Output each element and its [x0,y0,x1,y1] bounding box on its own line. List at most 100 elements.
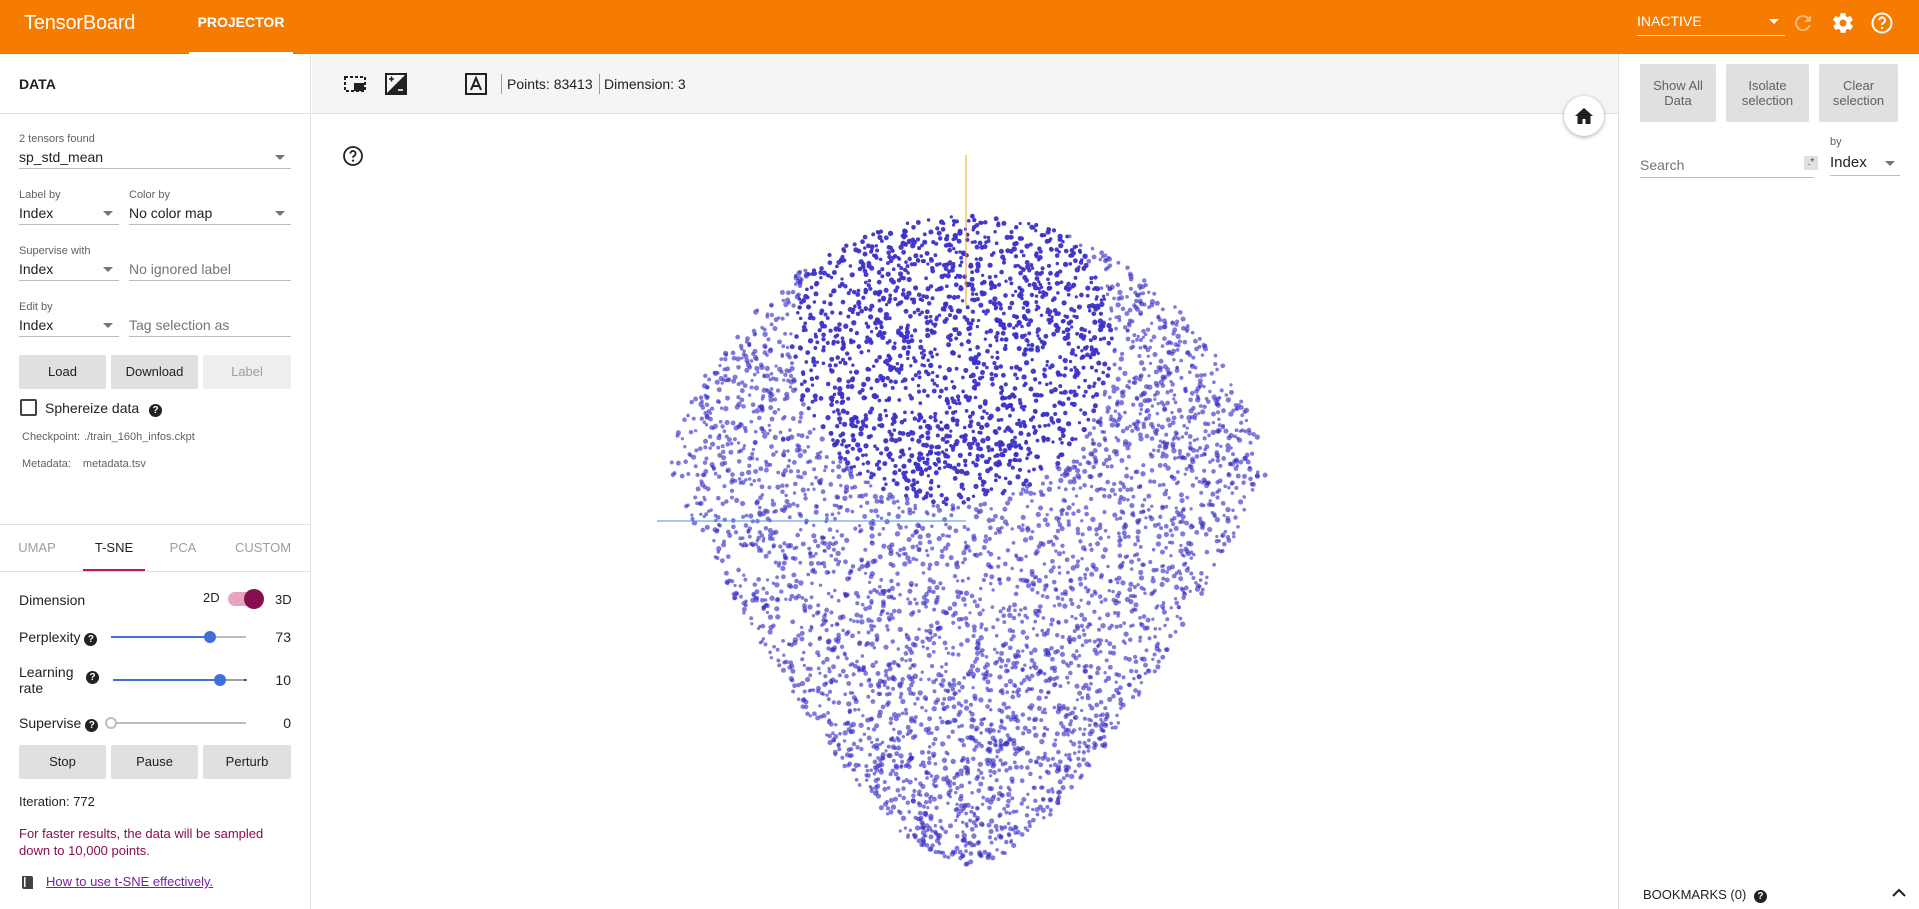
tab-umap[interactable]: UMAP [8,525,66,571]
brand-title[interactable]: TensorBoard [24,12,135,35]
question-icon[interactable]: ? [85,719,99,732]
tensor-select[interactable]: 2 tensors found sp_std_mean [19,133,291,169]
checkpoint-line: Checkpoint: ./train_160h_infos.ckpt [22,431,195,443]
refresh-icon[interactable] [1791,11,1815,35]
data-panel-header: DATA [0,54,311,114]
search-input[interactable]: Search [1640,154,1814,178]
regex-toggle[interactable]: .* [1804,156,1818,170]
chevron-down-icon [275,211,285,216]
chevron-down-icon [275,155,285,160]
sphereize-checkbox[interactable] [20,399,37,416]
search-by-select[interactable]: Index [1830,152,1900,176]
chevron-down-icon [103,211,113,216]
question-icon[interactable]: ? [149,404,163,417]
dark-theme-icon[interactable] [423,71,449,97]
question-icon[interactable]: ? [1753,890,1767,903]
sphereize-label: Sphereize data ? [45,400,163,417]
dimension-3d-label: 3D [275,592,292,607]
tensor-count-label: 2 tensors found [19,133,95,145]
learning-rate-label: Learning rate [19,664,74,696]
dimension-2d-label: 2D [203,590,220,605]
projection-tabs: UMAP T-SNE PCA CUSTOM [0,524,311,572]
clear-selection-button[interactable]: Clear selection [1819,64,1898,122]
tsne-help-link[interactable]: How to use t-SNE effectively. [46,874,213,889]
run-status-select[interactable]: INACTIVE [1637,10,1785,36]
learning-rate-value: 10 [275,672,291,688]
book-icon [22,876,33,889]
chevron-up-icon[interactable] [1892,888,1906,898]
sampling-note: For faster results, the data will be sam… [19,826,264,858]
dimension-toggle-thumb[interactable] [244,589,264,609]
bookmarks-header[interactable]: BOOKMARKS (0) ? [1643,887,1767,903]
perplexity-slider-fill [111,636,210,638]
tab-projector[interactable]: PROJECTOR [189,0,293,54]
scatter-plot-canvas[interactable] [312,115,1618,909]
edit-by-value[interactable]: Index [19,315,119,337]
iteration-count: Iteration: 772 [19,794,95,809]
learning-rate-slider-knob[interactable] [214,674,227,686]
pause-button[interactable]: Pause [111,745,198,779]
color-by-value[interactable]: No color map [129,203,291,225]
label-button[interactable]: Label [203,355,291,389]
stop-button[interactable]: Stop [19,745,106,779]
ignored-label-placeholder[interactable]: No ignored label [129,259,291,281]
run-status-value: INACTIVE [1637,13,1702,29]
inspector-panel: Show All Data Isolate selection Clear se… [1618,54,1919,909]
dimension-count: Dimension: 3 [604,76,686,92]
edit-by-select[interactable]: Edit by Index [19,301,119,337]
gear-icon[interactable] [1831,11,1855,35]
dimension-label: Dimension [19,592,86,608]
label-by-value[interactable]: Index [19,203,119,225]
supervise-with-label: Supervise with [19,245,91,257]
label-toggle-icon[interactable] [463,71,489,97]
data-panel: DATA 2 tensors found sp_std_mean Label b… [0,54,311,909]
night-mode-icon[interactable] [383,71,409,97]
reset-view-button[interactable] [1564,96,1604,136]
tag-selection-input[interactable]: Tag selection as [129,301,291,337]
color-by-select[interactable]: Color by No color map [129,189,291,225]
checkpoint-label: Checkpoint: [22,431,81,443]
metadata-value: metadata.tsv [82,458,146,470]
perplexity-label: Perplexity? [19,629,98,646]
isolate-selection-button[interactable]: Isolate selection [1726,64,1809,122]
show-all-data-button[interactable]: Show All Data [1640,64,1716,122]
point-cloud [669,213,1268,867]
metadata-label: Metadata: [22,458,71,470]
tab-custom[interactable]: CUSTOM [228,525,298,571]
perplexity-slider-knob[interactable] [203,631,216,643]
ignored-label-input[interactable]: No ignored label [129,245,291,281]
supervise-with-value[interactable]: Index [19,259,119,281]
label-by-label: Label by [19,189,61,201]
select-box-icon[interactable] [342,71,368,97]
tab-tsne[interactable]: T-SNE [83,525,145,571]
chevron-down-icon [1885,161,1895,166]
perplexity-value: 73 [275,629,291,645]
chevron-down-icon [103,323,113,328]
supervise-slider-knob[interactable] [105,717,117,729]
tensor-select-value[interactable]: sp_std_mean [19,147,291,169]
tab-pca[interactable]: PCA [158,525,208,571]
metadata-line: Metadata: metadata.tsv [22,458,146,470]
question-icon[interactable]: ? [86,671,99,684]
edit-by-label: Edit by [19,301,53,313]
label-by-select[interactable]: Label by Index [19,189,119,225]
chevron-down-icon [103,267,113,272]
supervise-label: Supervise? [19,715,99,732]
learning-rate-slider-fill [113,679,221,681]
help-icon[interactable] [1870,11,1894,35]
points-count: Points: 83413 [507,76,593,92]
search-by-label: by [1830,136,1842,148]
chevron-down-icon [1769,19,1779,24]
projector-toolbar: Points: 83413 Dimension: 3 [312,54,1618,114]
supervise-slider-track[interactable] [111,722,246,724]
supervise-with-select[interactable]: Supervise with Index [19,245,119,281]
data-panel-title: DATA [19,76,56,92]
perturb-button[interactable]: Perturb [203,745,291,779]
question-icon[interactable]: ? [84,633,98,646]
app-header: TensorBoard PROJECTOR INACTIVE [0,0,1919,54]
color-by-label: Color by [129,189,170,201]
load-button[interactable]: Load [19,355,106,389]
tag-selection-placeholder[interactable]: Tag selection as [129,315,291,337]
download-button[interactable]: Download [111,355,198,389]
supervise-value: 0 [283,715,291,731]
